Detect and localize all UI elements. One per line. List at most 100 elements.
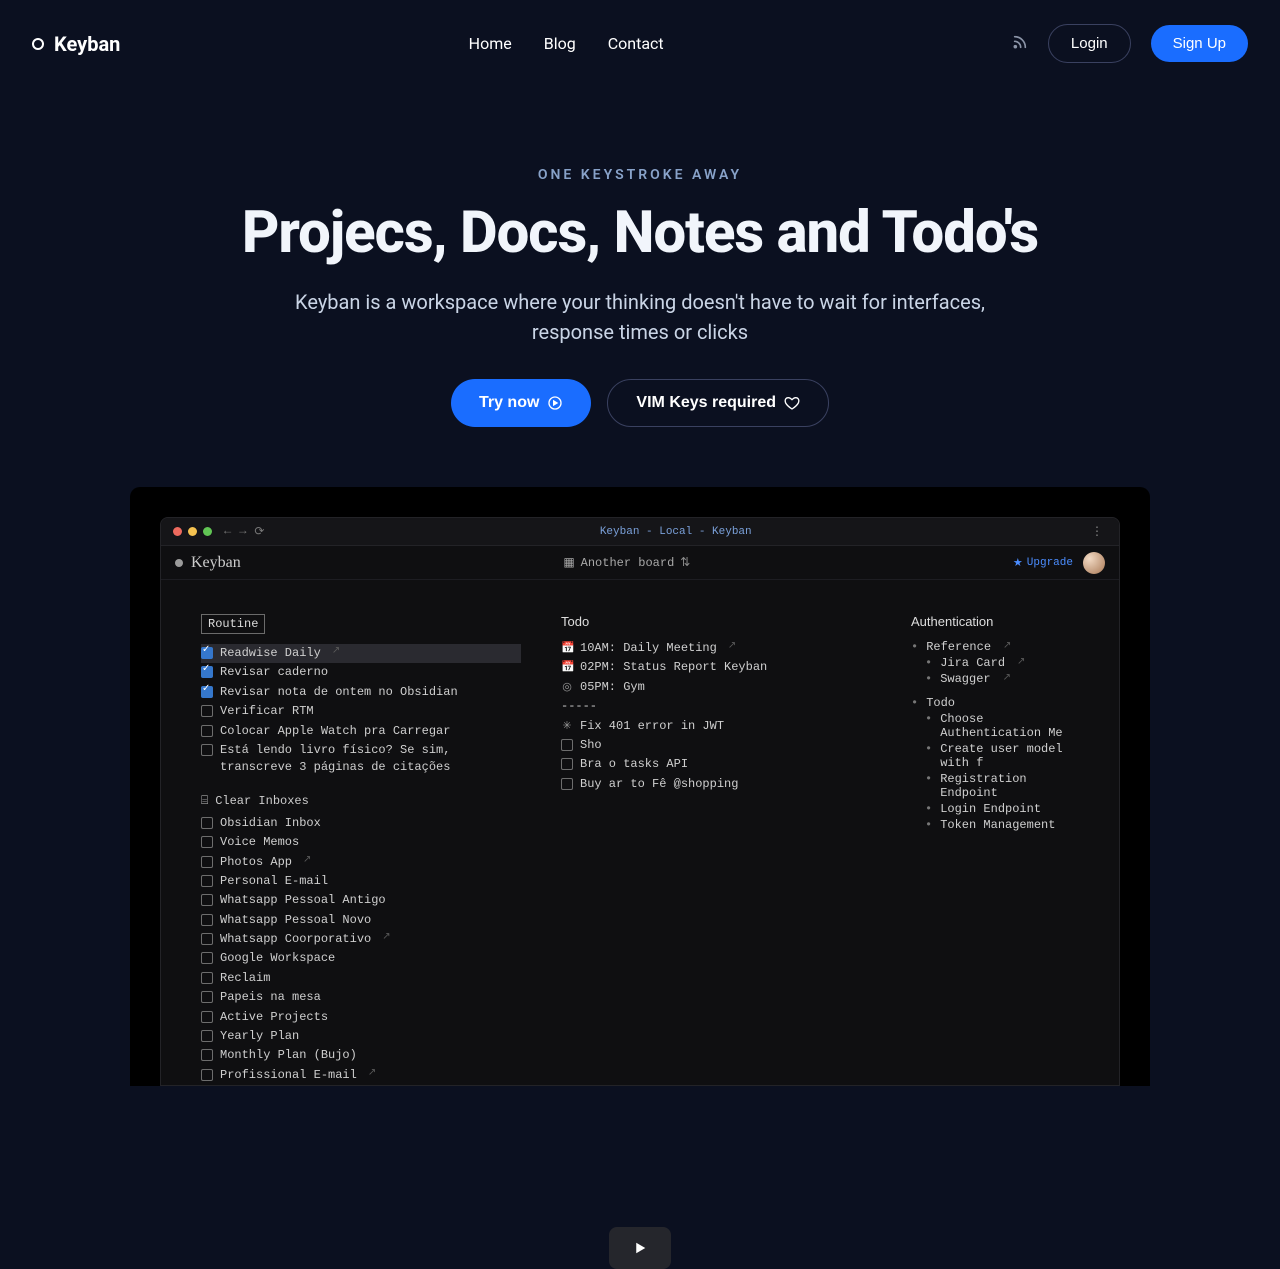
- unchecked-box-icon[interactable]: [561, 739, 573, 751]
- bullet-icon: •: [925, 656, 932, 670]
- app-brand[interactable]: Keyban: [175, 554, 241, 572]
- nav-link-blog[interactable]: Blog: [544, 34, 576, 53]
- list-item[interactable]: Revisar caderno: [201, 663, 521, 682]
- group-item[interactable]: •Token Management: [911, 817, 1079, 833]
- list-item[interactable]: Whatsapp Pessoal Novo: [201, 911, 521, 930]
- unchecked-box-icon[interactable]: [201, 991, 213, 1003]
- browser-address[interactable]: Keyban - Local - Keyban: [276, 526, 1075, 538]
- avatar[interactable]: [1083, 552, 1105, 574]
- list-item[interactable]: 📅02PM: Status Report Keyban: [561, 658, 871, 677]
- list-item[interactable]: Google Workspace: [201, 949, 521, 968]
- external-link-icon: ↗: [1003, 672, 1011, 686]
- board-selector[interactable]: ▦ Another board ⇅: [241, 555, 1013, 570]
- item-text: Está lendo livro físico? Se sim, transcr…: [220, 742, 521, 777]
- unchecked-box-icon[interactable]: [201, 744, 213, 756]
- upgrade-label: Upgrade: [1027, 557, 1073, 569]
- signup-button[interactable]: Sign Up: [1151, 25, 1248, 62]
- vim-keys-button[interactable]: VIM Keys required: [607, 379, 829, 427]
- forward-icon[interactable]: →: [239, 524, 246, 539]
- list-item[interactable]: Revisar nota de ontem no Obsidian: [201, 683, 521, 702]
- group-header[interactable]: •Todo: [911, 695, 1079, 711]
- unchecked-box-icon[interactable]: [201, 836, 213, 848]
- list-item[interactable]: Whatsapp Pessoal Antigo: [201, 891, 521, 910]
- video-play-button[interactable]: [609, 1227, 671, 1269]
- unchecked-box-icon[interactable]: [201, 914, 213, 926]
- list-item[interactable]: Yearly Plan: [201, 1027, 521, 1046]
- unchecked-box-icon[interactable]: [201, 894, 213, 906]
- play-circle-icon: [547, 395, 563, 411]
- clear-inboxes-label: Clear Inboxes: [215, 794, 309, 808]
- item-text: Swagger: [940, 672, 990, 686]
- try-now-button[interactable]: Try now: [451, 379, 591, 427]
- unchecked-box-icon[interactable]: [561, 758, 573, 770]
- item-icon: 📅: [561, 661, 573, 673]
- unchecked-box-icon[interactable]: [201, 725, 213, 737]
- group-item[interactable]: •Login Endpoint: [911, 801, 1079, 817]
- item-icon: 📅: [561, 642, 573, 654]
- list-item[interactable]: Photos App↗: [201, 853, 521, 872]
- kebab-menu-icon[interactable]: ⋮: [1087, 524, 1107, 539]
- group-header[interactable]: •Reference↗: [911, 639, 1079, 655]
- brand[interactable]: Keyban: [32, 32, 120, 56]
- close-dot-icon[interactable]: [173, 527, 182, 536]
- unchecked-box-icon[interactable]: [201, 1011, 213, 1023]
- maximize-dot-icon[interactable]: [203, 527, 212, 536]
- checked-box-icon[interactable]: [201, 647, 213, 659]
- back-icon[interactable]: ←: [224, 524, 231, 539]
- unchecked-box-icon[interactable]: [201, 1030, 213, 1042]
- unchecked-box-icon[interactable]: [561, 778, 573, 790]
- minimize-dot-icon[interactable]: [188, 527, 197, 536]
- group-item[interactable]: •Create user model with f: [911, 741, 1079, 771]
- list-item[interactable]: Readwise Daily↗: [201, 644, 521, 663]
- group-item[interactable]: •Registration Endpoint: [911, 771, 1079, 801]
- list-item[interactable]: ✳Fix 401 error in JWT: [561, 717, 871, 736]
- unchecked-box-icon[interactable]: [201, 856, 213, 868]
- unchecked-box-icon[interactable]: [201, 952, 213, 964]
- list-item[interactable]: Obsidian Inbox: [201, 814, 521, 833]
- list-item[interactable]: Bra o tasks API: [561, 755, 871, 774]
- list-item[interactable]: Sho: [561, 736, 871, 755]
- unchecked-box-icon[interactable]: [201, 705, 213, 717]
- reload-icon[interactable]: ⟳: [254, 524, 264, 539]
- external-link-icon: ↗: [332, 645, 340, 660]
- list-item[interactable]: -----: [561, 697, 871, 716]
- item-text: Profissional E-mail: [220, 1067, 357, 1084]
- unchecked-box-icon[interactable]: [201, 972, 213, 984]
- list-item[interactable]: Buy ar to Fê @shopping: [561, 775, 871, 794]
- list-item[interactable]: ◎05PM: Gym: [561, 678, 871, 697]
- unchecked-box-icon[interactable]: [201, 1069, 213, 1081]
- top-nav: Keyban Home Blog Contact Login Sign Up: [0, 0, 1280, 87]
- unchecked-box-icon[interactable]: [201, 817, 213, 829]
- list-item[interactable]: Papeis na mesa: [201, 988, 521, 1007]
- list-item[interactable]: Verificar RTM: [201, 702, 521, 721]
- checked-box-icon[interactable]: [201, 666, 213, 678]
- list-item[interactable]: Reclaim: [201, 969, 521, 988]
- upgrade-link[interactable]: ★ Upgrade: [1013, 556, 1073, 570]
- list-item[interactable]: Monthly Plan (Bujo): [201, 1046, 521, 1065]
- list-item[interactable]: Colocar Apple Watch pra Carregar: [201, 722, 521, 741]
- external-link-icon: ↗: [303, 854, 311, 869]
- nav-link-contact[interactable]: Contact: [608, 34, 664, 53]
- group-item[interactable]: •Choose Authentication Me: [911, 711, 1079, 741]
- unchecked-box-icon[interactable]: [201, 1049, 213, 1061]
- list-item[interactable]: Whatsapp Coorporativo↗: [201, 930, 521, 949]
- checked-box-icon[interactable]: [201, 686, 213, 698]
- item-text: -----: [561, 698, 597, 715]
- nav-link-home[interactable]: Home: [469, 34, 512, 53]
- group-header-text: Todo: [926, 696, 955, 710]
- group-item[interactable]: •Swagger↗: [911, 671, 1079, 687]
- list-item[interactable]: Active Projects: [201, 1008, 521, 1027]
- rss-icon[interactable]: [1012, 34, 1028, 54]
- list-item[interactable]: Personal E-mail: [201, 872, 521, 891]
- list-item[interactable]: Profissional E-mail↗: [201, 1066, 521, 1085]
- login-button[interactable]: Login: [1048, 24, 1131, 63]
- group-item[interactable]: •Jira Card↗: [911, 655, 1079, 671]
- unchecked-box-icon[interactable]: [201, 933, 213, 945]
- list-item[interactable]: Está lendo livro físico? Se sim, transcr…: [201, 741, 521, 778]
- browser-window: ← → ⟳ Keyban - Local - Keyban ⋮ Keyban ▦…: [160, 517, 1120, 1086]
- list-item[interactable]: Voice Memos: [201, 833, 521, 852]
- unchecked-box-icon[interactable]: [201, 875, 213, 887]
- list-item[interactable]: 📅10AM: Daily Meeting↗: [561, 639, 871, 658]
- bullet-icon: •: [925, 712, 932, 740]
- item-text: Whatsapp Coorporativo: [220, 931, 371, 948]
